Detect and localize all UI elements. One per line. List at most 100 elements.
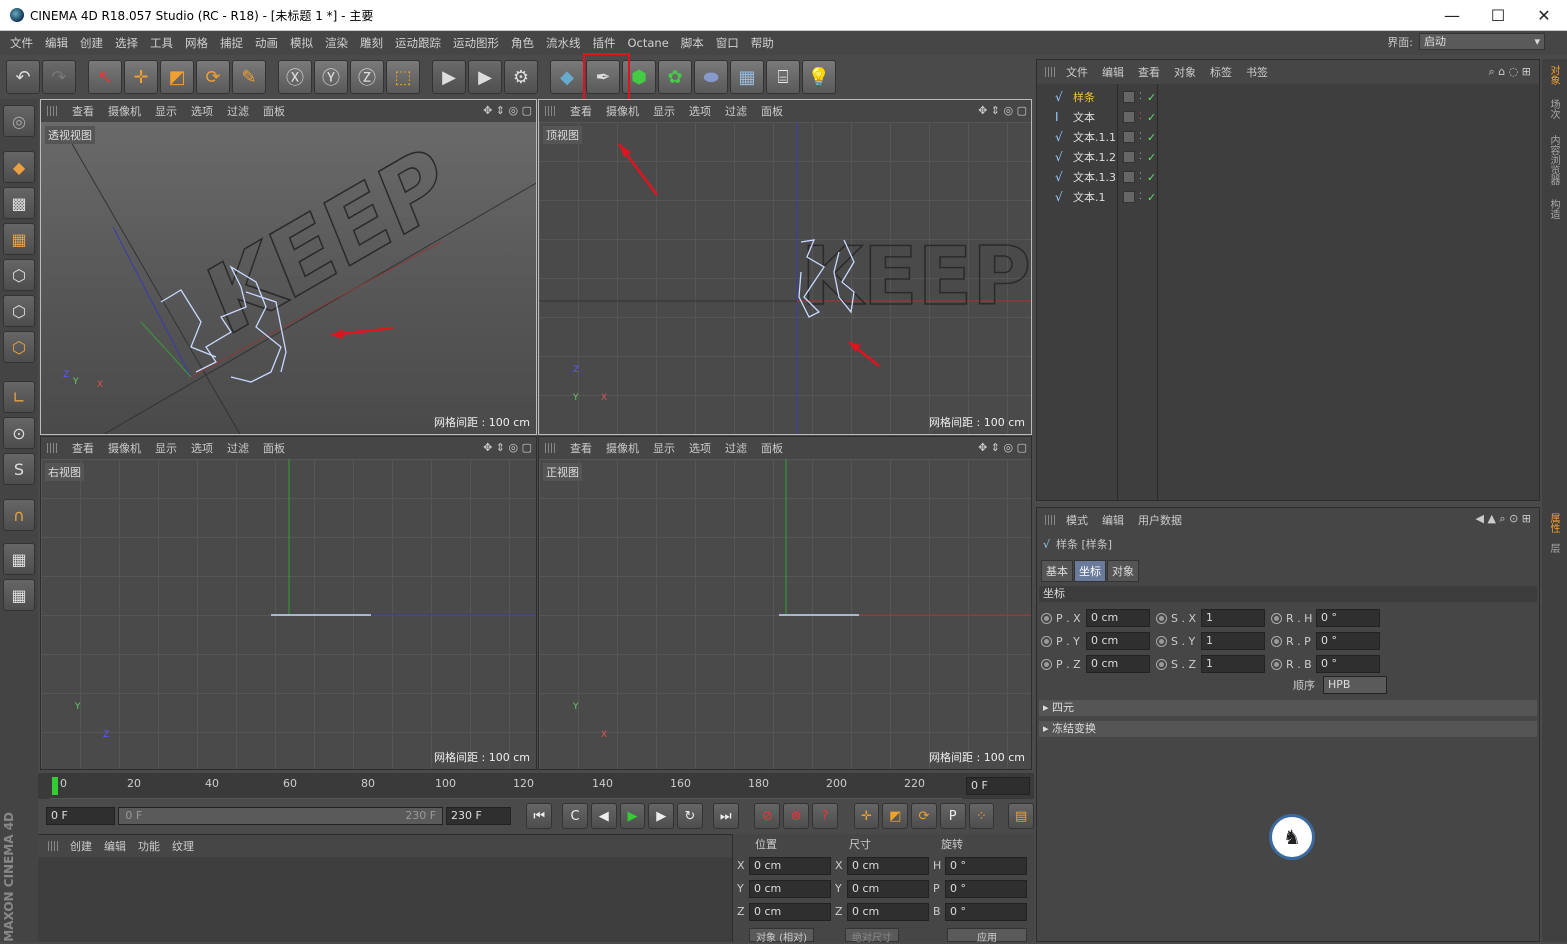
key-pla-icon[interactable]: ⁘: [968, 803, 995, 829]
vp-menu-options[interactable]: 选项: [682, 103, 718, 119]
key-position-icon[interactable]: ✛: [853, 803, 880, 829]
menu-render[interactable]: 渲染: [319, 35, 354, 51]
attr-menu-edit[interactable]: 编辑: [1095, 512, 1131, 528]
z-axis-lock-icon[interactable]: Ⓩ: [350, 60, 384, 94]
section-quaternion[interactable]: ▸ 四元: [1039, 700, 1537, 716]
pos-z-field[interactable]: 0 cm: [1086, 655, 1150, 673]
coord-mode-dropdown[interactable]: 对象 (相对): [749, 928, 814, 944]
layout-dropdown[interactable]: 启动: [1419, 33, 1545, 50]
size-mode-dropdown[interactable]: 绝对尺寸: [845, 928, 899, 944]
tab-layers[interactable]: 层: [1546, 543, 1561, 553]
make-editable-icon[interactable]: ◎: [3, 105, 35, 137]
obj-menu-object[interactable]: 对象: [1167, 64, 1203, 80]
render-view-icon[interactable]: ▶: [432, 60, 466, 94]
floor-icon[interactable]: ▦: [730, 60, 764, 94]
previous-key-icon[interactable]: C: [562, 803, 588, 829]
vp-menu-camera[interactable]: 摄像机: [101, 440, 148, 456]
end-frame-field[interactable]: 230 F: [446, 807, 512, 825]
visibility-dots[interactable]: ⁚: [1139, 172, 1142, 182]
vp-menu-filter[interactable]: 过滤: [718, 103, 754, 119]
attr-menu-mode[interactable]: 模式: [1059, 512, 1095, 528]
menu-help[interactable]: 帮助: [745, 35, 780, 51]
position-x-field[interactable]: 0 cm: [749, 856, 831, 875]
keyframe-radio[interactable]: [1156, 612, 1167, 624]
obj-menu-bookmarks[interactable]: 书签: [1239, 64, 1275, 80]
viewport-canvas[interactable]: KEEP Z Y X 顶视图 网格间距 : 100 cm: [539, 122, 1031, 434]
vp-menu-options[interactable]: 选项: [682, 440, 718, 456]
vp-menu-options[interactable]: 选项: [184, 103, 220, 119]
layer-checkbox[interactable]: [1123, 111, 1135, 123]
key-rotation-icon[interactable]: ⟳: [911, 803, 937, 829]
viewport-perspective[interactable]: 查看 摄像机 显示 选项 过滤 面板 ✥ ⇕ ◎ ▢ KEEP Z Y X 透视…: [40, 99, 537, 435]
viewport-front[interactable]: 查看 摄像机 显示 选项 过滤 面板 ✥ ⇕ ◎ ▢ Y X 正视图 网格间距 …: [538, 436, 1032, 770]
playhead[interactable]: [52, 777, 58, 795]
obj-menu-tags[interactable]: 标签: [1203, 64, 1239, 80]
rotate-icon[interactable]: ⟳: [196, 60, 230, 94]
apply-button[interactable]: 应用: [947, 928, 1027, 944]
keyframe-radio[interactable]: [1271, 635, 1282, 647]
x-axis-lock-icon[interactable]: Ⓧ: [278, 60, 312, 94]
enabled-check-icon[interactable]: ✓: [1147, 91, 1156, 104]
move-icon[interactable]: ✛: [124, 60, 158, 94]
enabled-check-icon[interactable]: ✓: [1147, 151, 1156, 164]
tab-takes[interactable]: 场次: [1546, 99, 1561, 119]
cube-icon[interactable]: ◆: [550, 60, 584, 94]
menu-pipeline[interactable]: 流水线: [540, 35, 587, 51]
size-y-field[interactable]: 0 cm: [847, 879, 929, 898]
layer-checkbox[interactable]: [1123, 151, 1135, 163]
go-to-start-icon[interactable]: ⏮: [526, 803, 553, 829]
keyframe-radio[interactable]: [1156, 658, 1167, 670]
keyframe-radio[interactable]: [1041, 658, 1052, 670]
tab-coord[interactable]: 坐标: [1074, 560, 1106, 582]
scale-y-field[interactable]: 1: [1201, 632, 1265, 650]
points-mode-icon[interactable]: ⬡: [3, 259, 35, 291]
vp-menu-camera[interactable]: 摄像机: [101, 103, 148, 119]
undo-icon[interactable]: ↶: [6, 60, 40, 94]
start-frame-field[interactable]: 0 F: [46, 807, 116, 825]
layer-checkbox[interactable]: [1123, 131, 1135, 143]
minimize-button[interactable]: —: [1429, 0, 1475, 31]
mat-menu-create[interactable]: 创建: [64, 838, 98, 854]
vp-menu-filter[interactable]: 过滤: [718, 440, 754, 456]
timeline[interactable]: 0 20 40 60 80 100 120 140 160 180 200 22…: [38, 773, 1034, 799]
rot-b-field[interactable]: 0 °: [1316, 655, 1380, 673]
recent-tool-icon[interactable]: ✎: [232, 60, 266, 94]
keyframe-radio[interactable]: [1271, 612, 1282, 624]
vp-menu-view[interactable]: 查看: [65, 440, 101, 456]
timeline-window-icon[interactable]: ▤: [1008, 803, 1035, 829]
mat-menu-texture[interactable]: 纹理: [166, 838, 200, 854]
object-row-spline[interactable]: √ 样条 ⁚ ✓: [1037, 87, 1539, 107]
vp-menu-view[interactable]: 查看: [563, 440, 599, 456]
vp-menu-camera[interactable]: 摄像机: [599, 440, 646, 456]
attr-nav-icons[interactable]: ◀ ▲ ⌕ ⊙ ⊞: [1476, 512, 1532, 526]
layer-checkbox[interactable]: [1123, 191, 1135, 203]
render-settings-icon[interactable]: ⚙: [504, 60, 538, 94]
scale-x-field[interactable]: 1: [1201, 609, 1265, 627]
vp-menu-camera[interactable]: 摄像机: [599, 103, 646, 119]
keyframe-selection-icon[interactable]: ?: [811, 803, 838, 829]
next-key-icon[interactable]: ↻: [677, 803, 703, 829]
vp-menu-filter[interactable]: 过滤: [220, 103, 256, 119]
deformer-icon[interactable]: ⬬: [694, 60, 728, 94]
key-scale-icon[interactable]: ◩: [882, 803, 909, 829]
menu-file[interactable]: 文件: [4, 35, 39, 51]
viewport-canvas[interactable]: KEEP Z Y X 透视视图 网格间距 : 100 cm: [41, 122, 536, 434]
vp-menu-panel[interactable]: 面板: [256, 103, 292, 119]
visibility-dots[interactable]: ⁚: [1139, 112, 1142, 122]
vp-menu-panel[interactable]: 面板: [754, 103, 790, 119]
live-selection-icon[interactable]: ↖: [88, 60, 122, 94]
menu-mesh[interactable]: 网格: [179, 35, 214, 51]
rotation-b-field[interactable]: 0 °: [945, 902, 1027, 921]
vp-menu-options[interactable]: 选项: [184, 440, 220, 456]
edges-mode-icon[interactable]: ⬡: [3, 295, 35, 327]
cloner-icon[interactable]: ✿: [658, 60, 692, 94]
menu-octane[interactable]: Octane: [622, 36, 675, 50]
object-row-text-1-2[interactable]: √ 文本.1.2 ⁚ ✓: [1037, 147, 1539, 167]
camera-icon[interactable]: ⌸: [766, 60, 800, 94]
workplane-icon[interactable]: ▦: [3, 223, 35, 255]
section-freeze[interactable]: ▸ 冻结变换: [1039, 721, 1537, 737]
tweak-icon[interactable]: ⊙: [3, 417, 35, 449]
menu-script[interactable]: 脚本: [675, 35, 710, 51]
viewport-top[interactable]: 查看 摄像机 显示 选项 过滤 面板 ✥ ⇕ ◎ ▢ KEEP Z Y X 顶视…: [538, 99, 1032, 435]
vp-menu-display[interactable]: 显示: [646, 440, 682, 456]
